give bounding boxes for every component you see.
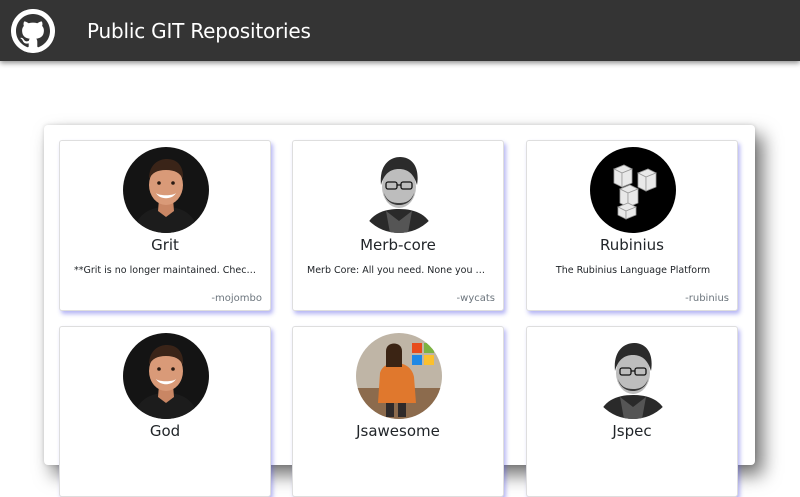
repo-name[interactable]: God [60, 422, 270, 440]
avatar [356, 333, 442, 419]
repo-card-jsawesome[interactable]: Jsawesome [292, 326, 504, 497]
top-navbar: Public GIT Repositories [0, 0, 800, 61]
avatar [590, 333, 676, 419]
repo-name[interactable]: Rubinius [527, 236, 737, 254]
avatar [356, 147, 442, 233]
repo-description: The Rubinius Language Platform [555, 265, 711, 276]
repo-owner: -mojombo [211, 293, 262, 304]
repo-owner: -wycats [456, 293, 495, 304]
repo-name[interactable]: Jspec [527, 422, 737, 440]
repo-card-grit[interactable]: Grit **Grit is no longer maintained. Che… [59, 140, 271, 311]
repo-card-jspec[interactable]: Jspec [526, 326, 738, 497]
repo-name[interactable]: Jsawesome [293, 422, 503, 440]
avatar [123, 147, 209, 233]
repo-card-rubinius[interactable]: Rubinius The Rubinius Language Platform … [526, 140, 738, 311]
repo-card-god[interactable]: God [59, 326, 271, 497]
app-title: Public GIT Repositories [87, 19, 311, 43]
repo-name[interactable]: Grit [60, 236, 270, 254]
repo-name[interactable]: Merb-core [293, 236, 503, 254]
repositories-panel: Grit **Grit is no longer maintained. Che… [44, 125, 755, 497]
repo-card-merb-core[interactable]: Merb-core Merb Core: All you need. None … [292, 140, 504, 311]
repo-description: **Grit is no longer maintained. Check ou… [74, 265, 258, 276]
avatar [123, 333, 209, 419]
repo-description: Merb Core: All you need. None you don't. [307, 265, 491, 276]
github-icon[interactable] [11, 9, 55, 53]
repo-owner: -rubinius [685, 293, 729, 304]
avatar [590, 147, 676, 233]
